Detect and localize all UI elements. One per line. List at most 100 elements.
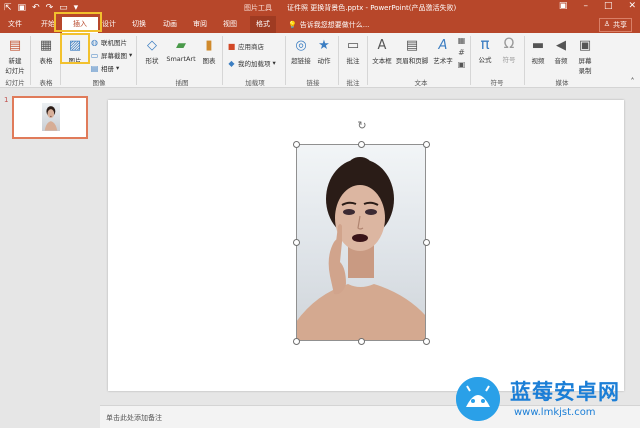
group-separator xyxy=(136,36,137,85)
resize-handle-bottom-left[interactable] xyxy=(293,338,300,345)
header-footer-button[interactable]: ▤ 页眉和页脚 xyxy=(395,37,429,66)
store-icon: ■ xyxy=(227,41,236,51)
ribbon-display-icon[interactable]: ▣ xyxy=(559,1,568,11)
table-label: 表格 xyxy=(39,57,53,65)
tab-file[interactable]: 文件 xyxy=(8,20,22,29)
group-label-text: 文本 xyxy=(414,79,428,87)
group-separator xyxy=(30,36,31,85)
tab-view[interactable]: 视图 xyxy=(223,20,237,29)
slide-number-button[interactable]: # xyxy=(457,48,466,57)
resize-handle-top-right[interactable] xyxy=(423,141,430,148)
smartart-icon: ▰ xyxy=(176,37,186,53)
group-label-comments: 批注 xyxy=(346,79,360,87)
date-time-button[interactable]: ▦ xyxy=(457,36,466,45)
group-label-addins: 加载项 xyxy=(245,79,265,87)
video-button[interactable]: ▬ 视频 xyxy=(528,37,548,66)
slide-canvas[interactable]: ↻ xyxy=(108,100,624,391)
resize-handle-bottom[interactable] xyxy=(358,338,365,345)
omega-icon: Ω xyxy=(503,36,515,52)
store-button[interactable]: ■ 应用商店 xyxy=(227,41,264,52)
addins-icon: ◆ xyxy=(228,58,235,68)
fullscreen-icon[interactable]: ⇱ xyxy=(4,2,12,14)
date-time-icon: ▦ xyxy=(457,36,466,45)
group-label-images: 图像 xyxy=(92,79,106,87)
speaker-icon: ◀ xyxy=(556,37,566,53)
save-icon[interactable]: ▣ xyxy=(18,2,27,14)
screen-recording-label: 屏幕 录制 xyxy=(578,57,592,75)
tab-transitions[interactable]: 切换 xyxy=(132,20,146,29)
new-slide-icon: ▤ xyxy=(8,37,22,53)
equation-button[interactable]: π 公式 xyxy=(474,35,496,64)
thumbnail-portrait-image xyxy=(42,103,60,131)
screen-recording-button[interactable]: ▣ 屏幕 录制 xyxy=(574,37,596,76)
my-addins-button[interactable]: ◆ 我的加载项 ▾ xyxy=(227,58,276,69)
pi-icon: π xyxy=(480,35,490,53)
group-separator xyxy=(367,36,368,85)
chart-label: 图表 xyxy=(202,57,216,65)
group-separator xyxy=(524,36,525,85)
resize-handle-right[interactable] xyxy=(423,239,430,246)
group-label-links: 链接 xyxy=(306,79,320,87)
tab-animations[interactable]: 动画 xyxy=(163,20,177,29)
symbol-button[interactable]: Ω 符号 xyxy=(499,36,519,64)
share-label: 共享 xyxy=(613,21,627,29)
slide-thumbnail[interactable] xyxy=(12,96,88,139)
action-button[interactable]: ★ 动作 xyxy=(315,37,333,66)
watermark-logo-icon xyxy=(456,377,500,421)
slide-number-icon: # xyxy=(458,48,465,57)
resize-handle-left[interactable] xyxy=(293,239,300,246)
picture-tools-label: 图片工具 xyxy=(244,4,272,12)
tab-format[interactable]: 格式 xyxy=(250,16,276,33)
photo-album-button[interactable]: ▤ 相册 ▾ xyxy=(90,63,120,74)
hyperlink-icon: ◎ xyxy=(295,37,307,53)
chart-icon: ▮ xyxy=(205,37,213,53)
chevron-down-icon: ▾ xyxy=(129,51,133,59)
tab-design[interactable]: 设计 xyxy=(102,20,116,29)
collapse-ribbon-button[interactable]: ˄ xyxy=(628,77,637,86)
tab-review[interactable]: 审阅 xyxy=(193,20,207,29)
shapes-icon: ◇ xyxy=(147,37,157,53)
slide-number: 1 xyxy=(4,96,9,104)
screenshot-label: 屏幕截图 xyxy=(101,52,127,60)
group-separator xyxy=(285,36,286,85)
resize-handle-top[interactable] xyxy=(358,141,365,148)
tab-home[interactable]: 开始 xyxy=(41,20,55,29)
smartart-button[interactable]: ▰ SmartArt xyxy=(166,37,196,64)
chevron-down-icon: ▾ xyxy=(272,59,276,67)
hyperlink-button[interactable]: ◎ 超链接 xyxy=(290,37,312,66)
textbox-icon: A xyxy=(377,37,387,53)
share-button[interactable]: ♙ 共享 xyxy=(598,18,632,32)
new-slide-label: 新建 幻灯片 xyxy=(5,57,25,75)
wordart-label: 艺术字 xyxy=(433,57,453,65)
wordart-button[interactable]: A 艺术字 xyxy=(432,37,454,66)
symbol-label: 符号 xyxy=(502,56,516,64)
chart-button[interactable]: ▮ 图表 xyxy=(199,37,219,66)
screenshot-button[interactable]: ▭ 屏幕截图 ▾ xyxy=(90,50,133,61)
audio-button[interactable]: ◀ 音频 xyxy=(551,37,571,66)
undo-icon[interactable]: ↶ xyxy=(32,2,40,14)
textbox-button[interactable]: A 文本框 xyxy=(371,37,393,66)
table-icon: ▦ xyxy=(39,37,53,53)
lightbulb-icon: 💡 xyxy=(288,21,297,29)
resize-handle-bottom-right[interactable] xyxy=(423,338,430,345)
shapes-button[interactable]: ◇ 形状 xyxy=(142,37,162,66)
slide-editing-area: ↻ xyxy=(100,89,640,410)
resize-handle-top-left[interactable] xyxy=(293,141,300,148)
table-button[interactable]: ▦ 表格 xyxy=(36,37,56,66)
online-pictures-button[interactable]: ◍ 联机图片 xyxy=(90,37,127,48)
comment-button[interactable]: ▭ 批注 xyxy=(343,37,363,66)
minimize-icon[interactable]: – xyxy=(583,1,588,11)
group-label-symbols: 符号 xyxy=(490,79,504,87)
close-icon[interactable]: ✕ xyxy=(628,1,636,11)
header-footer-label: 页眉和页脚 xyxy=(395,57,429,65)
object-button[interactable]: ▣ xyxy=(457,60,466,69)
video-label: 视频 xyxy=(531,57,545,65)
maximize-icon[interactable]: □ xyxy=(604,1,613,11)
tell-me-box[interactable]: 💡 告诉我您想要做什么... xyxy=(288,20,369,30)
group-label-media: 媒体 xyxy=(555,79,569,87)
rotate-handle-icon[interactable]: ↻ xyxy=(356,120,368,132)
redo-icon[interactable]: ↷ xyxy=(46,2,54,14)
new-slide-button[interactable]: ▤ 新建 幻灯片 xyxy=(4,37,26,76)
header-footer-icon: ▤ xyxy=(405,37,419,53)
album-label: 相册 xyxy=(101,65,114,73)
